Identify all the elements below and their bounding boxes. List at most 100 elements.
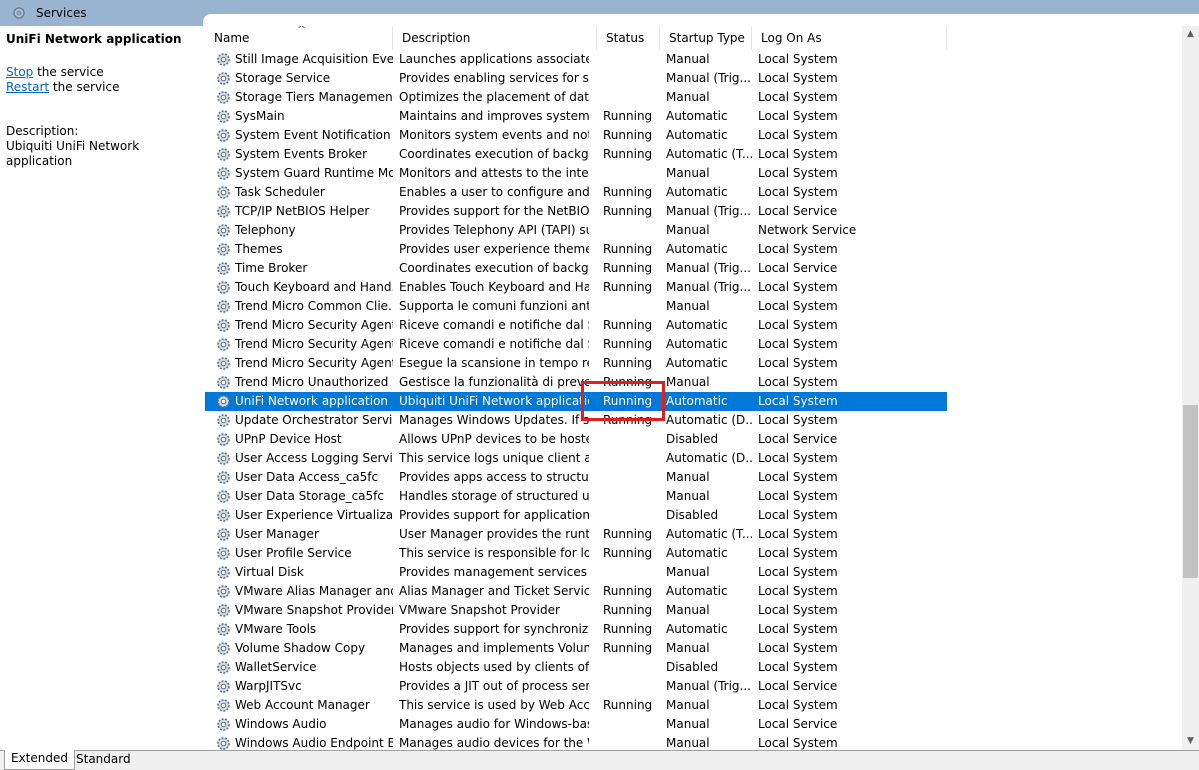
table-row[interactable]: Trend Micro Unauthorized ... Gestisce la … (205, 373, 947, 392)
service-startup-type: Automatic (666, 394, 728, 408)
service-status: Running (603, 622, 653, 636)
service-gear-icon (216, 641, 232, 656)
service-description-cell: Coordinates execution of backgro... (399, 147, 589, 161)
table-row[interactable]: System Guard Runtime Mo... Monitors and a… (205, 164, 947, 183)
column-header-description[interactable]: Description (393, 26, 597, 50)
table-row[interactable]: System Event Notification S... Monitors s… (205, 126, 947, 145)
service-startup-type: Manual (Trig... (666, 204, 751, 218)
table-row[interactable]: User Profile Service This service is resp… (205, 544, 947, 563)
service-gear-icon (216, 565, 232, 580)
table-row[interactable]: User Experience Virtualizatio... Provides… (205, 506, 947, 525)
table-row[interactable]: Touch Keyboard and Hand... Enables Touch … (205, 278, 947, 297)
service-description-cell: This service logs unique client acc... (399, 451, 589, 465)
service-log-on-as: Local System (758, 660, 838, 674)
tab-extended[interactable]: Extended (4, 750, 75, 770)
table-row[interactable]: User Data Access_ca5fc Provides apps acce… (205, 468, 947, 487)
service-description-cell: Alias Manager and Ticket Service (399, 584, 589, 598)
service-status (603, 506, 661, 525)
table-row[interactable]: Still Image Acquisition Events Launches a… (205, 50, 947, 69)
service-gear-icon (216, 394, 232, 409)
service-status: Running (603, 204, 653, 218)
service-status: Running (603, 242, 653, 256)
table-row[interactable]: TCP/IP NetBIOS Helper Provides support fo… (205, 202, 947, 221)
table-row[interactable]: Windows Audio Manages audio for Windows-b… (205, 715, 947, 734)
table-row[interactable]: User Data Storage_ca5fc Handles storage o… (205, 487, 947, 506)
vertical-scrollbar[interactable]: ▲ ▼ (1182, 26, 1199, 750)
scroll-down-arrow-icon[interactable]: ▼ (1182, 733, 1199, 750)
service-log-on-as: Local System (758, 565, 838, 579)
table-row[interactable]: Telephony Provides Telephony API (TAPI) s… (205, 221, 947, 240)
stop-service-link[interactable]: Stop (6, 65, 33, 79)
table-row[interactable]: VMware Snapshot Provider VMware Snapshot … (205, 601, 947, 620)
service-description-cell: Enables Touch Keyboard and Han... (399, 280, 589, 294)
table-row[interactable]: WalletService Hosts objects used by clien… (205, 658, 947, 677)
table-row[interactable]: System Events Broker Coordinates executio… (205, 145, 947, 164)
table-row[interactable]: Themes Provides user experience theme m..… (205, 240, 947, 259)
service-startup-type: Automatic (666, 584, 728, 598)
service-name: Trend Micro Security Agent ... (235, 356, 393, 370)
service-name: Time Broker (235, 261, 308, 275)
table-row[interactable]: Task Scheduler Enables a user to configur… (205, 183, 947, 202)
tab-standard[interactable]: Standard (70, 751, 137, 770)
table-row[interactable]: VMware Tools Provides support for synchro… (205, 620, 947, 639)
service-description-cell: Gestisce la funzionalità di prevenzi... (399, 375, 589, 389)
restart-action-text: the service (49, 80, 120, 94)
table-row[interactable]: Update Orchestrator Service Manages Windo… (205, 411, 947, 430)
service-name: UniFi Network application (235, 394, 389, 408)
table-row[interactable]: SysMain Maintains and improves system pe.… (205, 107, 947, 126)
service-name: Windows Audio (235, 717, 327, 731)
table-row[interactable]: Volume Shadow Copy Manages and implements… (205, 639, 947, 658)
table-row[interactable]: Trend Micro Security Agent Riceve comandi… (205, 316, 947, 335)
service-gear-icon (216, 660, 232, 675)
service-name: User Data Storage_ca5fc (235, 489, 384, 503)
table-row-selected[interactable]: UniFi Network application Ubiquiti UniFi … (205, 392, 947, 411)
service-log-on-as: Local System (758, 508, 838, 522)
column-header-log-on-as[interactable]: Log On As (752, 26, 947, 50)
table-row[interactable]: Trend Micro Security Agent ... Esegue la … (205, 354, 947, 373)
service-description-cell: Provides enabling services for stor... (399, 71, 589, 85)
service-startup-type: Manual (Trig... (666, 280, 751, 294)
service-gear-icon (216, 375, 232, 390)
service-gear-icon (216, 527, 232, 542)
service-description-cell: This service is responsible for loadi... (399, 546, 589, 560)
table-row[interactable]: Virtual Disk Provides management services… (205, 563, 947, 582)
service-description-cell: Provides support for synchronizin... (399, 622, 589, 636)
service-startup-type: Automatic (666, 185, 728, 199)
service-startup-type: Manual (666, 565, 710, 579)
table-row[interactable]: User Manager User Manager provides the ru… (205, 525, 947, 544)
column-header-name[interactable]: Name ^ (205, 26, 393, 50)
service-description-cell: Allows UPnP devices to be hosted ... (399, 432, 589, 446)
column-header-startup-type[interactable]: Startup Type (660, 26, 752, 50)
service-startup-type: Manual (666, 52, 710, 66)
table-row[interactable]: VMware Alias Manager and ... Alias Manage… (205, 582, 947, 601)
service-gear-icon (216, 261, 232, 276)
table-row[interactable]: Web Account Manager This service is used … (205, 696, 947, 715)
table-row[interactable]: Windows Audio Endpoint B... Manages audio… (205, 734, 947, 750)
service-name: System Guard Runtime Mo... (235, 166, 393, 180)
selected-service-title: UniFi Network application (6, 32, 182, 46)
service-startup-type: Manual (666, 698, 710, 712)
service-startup-type: Automatic (666, 356, 728, 370)
table-row[interactable]: Storage Service Provides enabling service… (205, 69, 947, 88)
table-row[interactable]: UPnP Device Host Allows UPnP devices to b… (205, 430, 947, 449)
restart-service-link[interactable]: Restart (6, 80, 49, 94)
table-row[interactable]: Trend Micro Common Clie... Supporta le co… (205, 297, 947, 316)
service-name: Trend Micro Security Agent (235, 318, 393, 332)
service-name: Virtual Disk (235, 565, 304, 579)
table-row[interactable]: User Access Logging Service This service … (205, 449, 947, 468)
table-row[interactable]: WarpJITSvc Provides a JIT out of process … (205, 677, 947, 696)
table-row[interactable]: Time Broker Coordinates execution of back… (205, 259, 947, 278)
service-name: TCP/IP NetBIOS Helper (235, 204, 370, 218)
table-row[interactable]: Trend Micro Security Agent ... Riceve com… (205, 335, 947, 354)
service-name: System Event Notification S... (235, 128, 393, 142)
service-description-cell: Esegue la scansione in tempo reale... (399, 356, 589, 370)
scrollbar-thumb[interactable] (1183, 405, 1198, 578)
scroll-up-arrow-icon[interactable]: ▲ (1182, 26, 1199, 43)
service-gear-icon (216, 546, 232, 561)
table-row[interactable]: Storage Tiers Management Optimizes the pl… (205, 88, 947, 107)
service-gear-icon (216, 603, 232, 618)
service-name: Task Scheduler (235, 185, 325, 199)
column-header-status[interactable]: Status (597, 26, 660, 50)
service-description-cell: Provides management services for... (399, 565, 589, 579)
service-name: UPnP Device Host (235, 432, 342, 446)
